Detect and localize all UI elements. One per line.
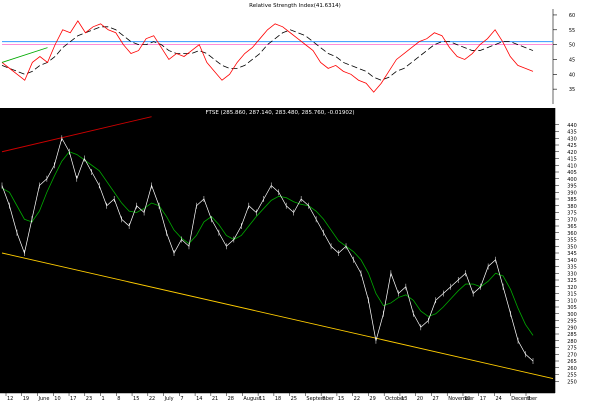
x-tick-label: November <box>448 396 475 401</box>
rsi-y-tick-label: 60 <box>569 13 575 19</box>
price-y-tick-label: 325 <box>567 278 577 284</box>
x-tick-label: 21 <box>212 396 218 401</box>
price-y-tick-label: 370 <box>567 217 577 223</box>
x-tick-label: 15 <box>338 396 344 401</box>
price-y-tick-label: 335 <box>567 265 577 271</box>
price-y-tick-label: 435 <box>567 130 577 136</box>
rsi-y-tick-label: 45 <box>569 57 575 63</box>
x-tick-label: 8 <box>322 396 325 401</box>
x-tick-label: 10 <box>54 396 60 401</box>
price-y-axis: 2502552602652702752802852902953003053103… <box>554 108 590 401</box>
price-title: FTSE (285.860, 287.140, 283.480, 285.760… <box>205 110 354 116</box>
x-tick-label: 15 <box>133 396 139 401</box>
price-y-tick-label: 410 <box>567 163 577 169</box>
x-tick-label: 10 <box>464 396 470 401</box>
price-y-tick-label: 285 <box>567 332 577 338</box>
rsi-y-tick-label: 35 <box>569 87 575 93</box>
price-plot-background <box>0 108 555 393</box>
rsi-y-tick-label: 40 <box>569 72 575 78</box>
x-tick-label: 25 <box>291 396 297 401</box>
price-y-tick-label: 380 <box>567 204 577 210</box>
price-y-tick-label: 270 <box>567 352 577 358</box>
x-tick-label: July <box>164 396 174 401</box>
x-tick-label: 7 <box>180 396 183 401</box>
chart-window: Relative Strength Index(41.6314) 35 40 45 5… <box>0 0 590 401</box>
price-y-tick-label: 365 <box>567 224 577 230</box>
price-y-tick-label: 350 <box>567 244 577 250</box>
price-y-tick-label: 315 <box>567 292 577 298</box>
price-y-tick-label: 385 <box>567 197 577 203</box>
price-y-tick-label: 390 <box>567 190 577 196</box>
x-tick-label: 22 <box>149 396 155 401</box>
x-tick-label: 17 <box>480 396 486 401</box>
x-tick-label: 18 <box>275 396 281 401</box>
x-tick-label: 19 <box>23 396 29 401</box>
price-y-tick-label: 440 <box>567 123 577 129</box>
x-tick-label: 24 <box>495 396 501 401</box>
x-tick-label: 14 <box>196 396 202 401</box>
price-y-tick-label: 395 <box>567 184 577 190</box>
price-y-tick-label: 340 <box>567 258 577 264</box>
x-tick-label: 29 <box>369 396 375 401</box>
price-y-tick-label: 265 <box>567 359 577 365</box>
price-y-tick-label: 375 <box>567 211 577 217</box>
price-y-tick-label: 310 <box>567 298 577 304</box>
price-y-tick-label: 425 <box>567 143 577 149</box>
price-y-tick-label: 355 <box>567 238 577 244</box>
price-y-tick-label: 255 <box>567 373 577 379</box>
x-tick-label: 27 <box>432 396 438 401</box>
rsi-title: Relative Strength Index(41.6314) <box>249 3 341 9</box>
price-y-tick-label: 415 <box>567 157 577 163</box>
x-tick-label: June <box>38 396 50 401</box>
rsi-y-tick-label: 50 <box>569 43 575 49</box>
price-y-tick-label: 320 <box>567 285 577 291</box>
price-y-tick-label: 295 <box>567 319 577 325</box>
rsi-panel: Relative Strength Index(41.6314) 35 40 45 5… <box>0 0 575 108</box>
x-tick-label: December <box>511 396 538 401</box>
price-y-tick-label: 250 <box>567 379 577 385</box>
price-y-tick-label: 400 <box>567 177 577 183</box>
price-panel: FTSE (285.860, 287.140, 283.480, 285.760… <box>0 108 590 401</box>
x-tick-label: 11 <box>259 396 265 401</box>
price-y-tick-label: 305 <box>567 305 577 311</box>
x-tick-label: 20 <box>417 396 423 401</box>
x-tick-label: 13 <box>401 396 407 401</box>
x-tick-label: 17 <box>70 396 76 401</box>
x-tick-label: 1 <box>102 396 105 401</box>
price-y-tick-label: 290 <box>567 325 577 331</box>
price-y-tick-label: 345 <box>567 251 577 257</box>
price-y-tick-label: 260 <box>567 366 577 372</box>
x-tick-label: September <box>306 396 335 401</box>
price-y-tick-label: 300 <box>567 312 577 318</box>
price-y-tick-label: 360 <box>567 231 577 237</box>
x-tick-label: 12 <box>7 396 13 401</box>
x-tick-label: 8 <box>527 396 530 401</box>
x-tick-label: 22 <box>354 396 360 401</box>
rsi-y-tick-label: 55 <box>569 28 575 34</box>
price-y-tick-label: 275 <box>567 346 577 352</box>
price-y-tick-label: 405 <box>567 170 577 176</box>
x-tick-label: 23 <box>86 396 92 401</box>
rsi-y-axis: 35 40 45 50 55 60 <box>552 9 575 104</box>
x-tick-label: 28 <box>228 396 234 401</box>
price-y-tick-label: 420 <box>567 150 577 156</box>
price-y-tick-label: 430 <box>567 136 577 142</box>
price-y-tick-label: 330 <box>567 271 577 277</box>
price-y-tick-label: 280 <box>567 339 577 345</box>
x-tick-label: 8 <box>117 396 120 401</box>
